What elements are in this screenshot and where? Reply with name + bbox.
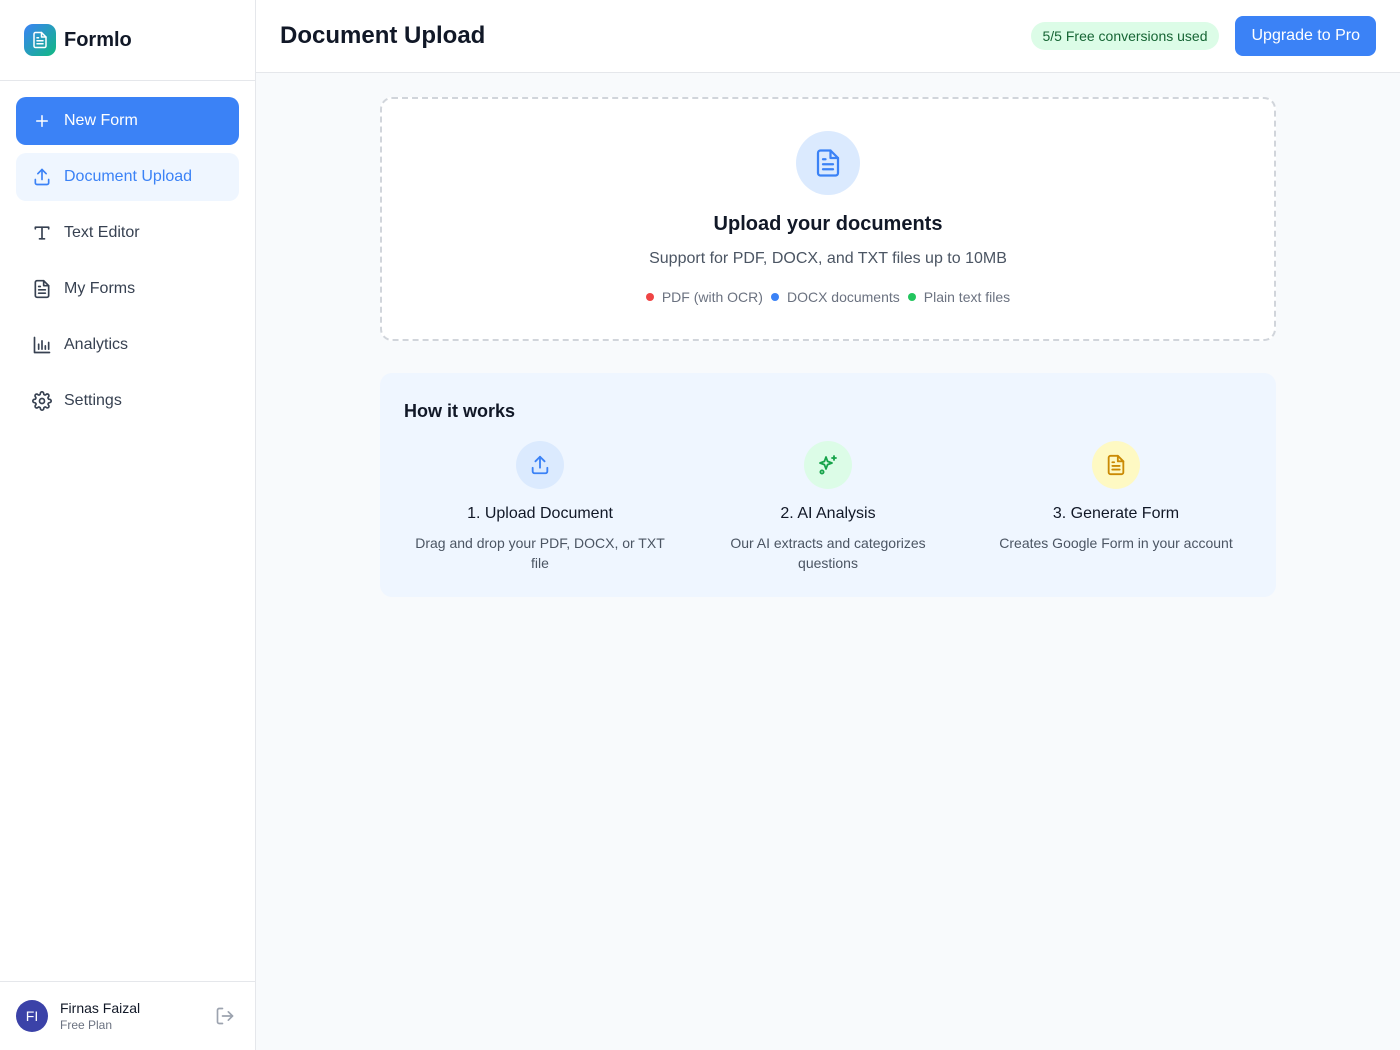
sidebar-item-my-forms[interactable]: My Forms [16,265,239,313]
user-profile: FI Firnas Faizal Free Plan [0,981,255,1050]
how-it-works-title: How it works [404,401,516,421]
format-label: DOCX documents [786,289,900,305]
step-title: 3. Generate Form [1052,505,1180,522]
step-card: 2. AI Analysis Our AI extracts and categ… [692,441,964,573]
sidebar-item-text-editor[interactable]: Text Editor [16,209,239,257]
sidebar-item-label: New Form [64,112,138,129]
sidebar-item-label: Analytics [64,336,129,353]
header-actions: 5/5 Free conversions used Upgrade to Pro [1030,16,1376,56]
brand-name: Formlo [64,28,132,51]
page-title: Document Upload [280,22,486,49]
sidebar: Formlo New Form Document Upload Text Edi… [0,0,256,1050]
page-header: Document Upload 5/5 Free conversions use… [256,0,1400,73]
format-item: Plain text files [907,289,1011,305]
brand: Formlo [0,0,255,81]
text-icon [32,223,52,243]
supported-formats: PDF (with OCR) DOCX documents Plain text… [382,289,1274,305]
step-card: 3. Generate Form Creates Google Form in … [980,441,1252,553]
step-description: Our AI extracts and categorizes question… [730,535,926,571]
sidebar-item-label: Document Upload [64,168,193,185]
upload-icon [516,441,564,489]
gear-icon [32,391,52,411]
sparkles-icon [804,441,852,489]
format-label: Plain text files [923,289,1011,305]
brand-logo-icon [24,24,56,56]
sidebar-item-label: Settings [64,392,122,409]
red-dot-icon [645,293,654,301]
step-description: Creates Google Form in your account [999,535,1233,551]
logout-icon[interactable] [215,1006,235,1026]
format-label: PDF (with OCR) [661,289,763,305]
user-name: Firnas Faizal [60,1000,141,1016]
upload-title: Upload your documents [713,213,943,235]
upgrade-button[interactable]: Upgrade to Pro [1235,16,1376,56]
document-icon [796,131,860,195]
user-plan: Free Plan [60,1018,113,1032]
plus-icon [32,111,52,131]
document-icon [1092,441,1140,489]
step-card: 1. Upload Document Drag and drop your PD… [404,441,676,573]
step-description: Drag and drop your PDF, DOCX, or TXT fil… [415,535,665,571]
document-icon [32,279,52,299]
format-item: PDF (with OCR) [645,289,763,305]
upload-subtitle: Support for PDF, DOCX, and TXT files up … [649,250,1007,267]
avatar[interactable]: FI [16,1000,48,1032]
sidebar-nav: New Form Document Upload Text Editor My … [0,81,255,425]
format-item: DOCX documents [770,289,900,305]
step-title: 2. AI Analysis [780,505,876,522]
sidebar-item-label: My Forms [64,280,136,297]
upload-dropzone[interactable]: Upload your documents Support for PDF, D… [380,97,1276,341]
bar-chart-icon [32,335,52,355]
new-form-button[interactable]: New Form [16,97,239,145]
blue-dot-icon [770,293,779,301]
user-info: Firnas Faizal Free Plan [60,1000,140,1032]
sidebar-item-settings[interactable]: Settings [16,377,239,425]
green-dot-icon [907,293,916,301]
sidebar-item-label: Text Editor [64,224,140,241]
sidebar-item-analytics[interactable]: Analytics [16,321,239,369]
step-title: 1. Upload Document [467,505,613,522]
sidebar-item-document-upload[interactable]: Document Upload [16,153,239,201]
status-badge: 5/5 Free conversions used [1030,22,1220,50]
upload-icon [32,167,52,187]
how-it-works-panel: How it works 1. Upload Document Drag and… [380,373,1276,597]
